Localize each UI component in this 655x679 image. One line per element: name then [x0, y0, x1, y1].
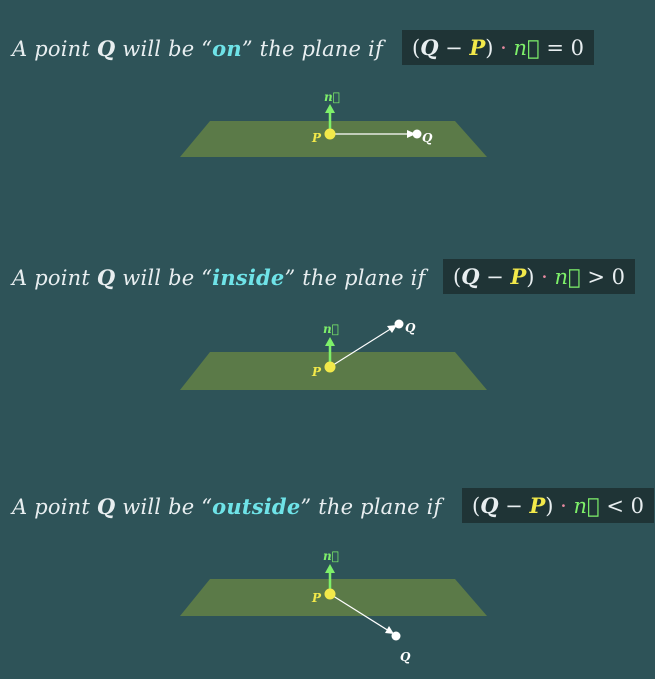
point-p: [324, 588, 336, 600]
normal-arrowhead: [325, 564, 335, 573]
point-q: [391, 631, 401, 641]
normal-label: n⃗: [323, 549, 339, 563]
point-p-label: P: [311, 591, 322, 605]
point-q-label: Q: [400, 650, 411, 664]
diagram-outside: n⃗ P Q: [180, 549, 487, 664]
